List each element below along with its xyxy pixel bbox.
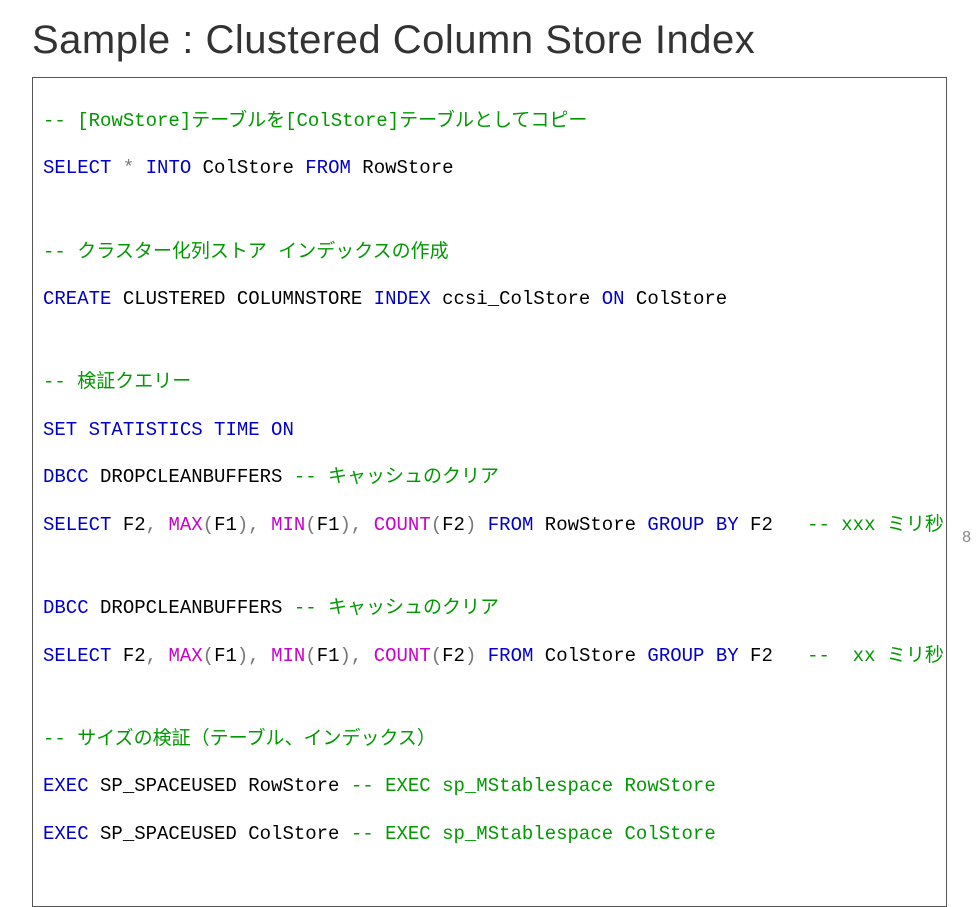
code-comment: -- [RowStore]テーブルを[ColStore]テーブルとしてコピー [43,110,587,132]
dbcc-cmd: DROPCLEANBUFFERS [89,597,294,619]
kw-by: BY [704,645,738,667]
col-f2: F2 [442,645,465,667]
kw-from: FROM [476,645,533,667]
fn-max: MAX [157,514,203,536]
code-comment: -- xx ミリ秒 [807,645,944,667]
code-comment: -- キャッシュのクリア [294,597,499,619]
idx-name: ccsi_ColStore [431,288,602,310]
kw-index: INDEX [374,288,431,310]
col-f1: F1 [214,514,237,536]
comma: , [248,645,259,667]
paren: ( [305,645,316,667]
col-f2: F2 [111,514,145,536]
code-comment: -- キャッシュのクリア [294,466,499,488]
kw-select: SELECT [43,645,111,667]
fn-max: MAX [157,645,203,667]
kw-select: SELECT [43,157,111,179]
col-f2: F2 [739,514,807,536]
kw-statistics: STATISTICS [77,419,202,441]
col-f1: F1 [214,645,237,667]
tbl-rowstore: RowStore [351,157,454,179]
code-comment: -- xxx ミリ秒 [807,514,944,536]
paren: ( [431,645,442,667]
kw-on: ON [260,419,294,441]
kw-create: CREATE [43,288,111,310]
code-comment: -- クラスター化列ストア インデックスの作成 [43,241,449,263]
fn-min: MIN [260,514,306,536]
comma: , [351,645,362,667]
kw-into: INTO [146,157,192,179]
paren: ) [237,645,248,667]
kw-group: GROUP [647,514,704,536]
paren: ) [340,645,351,667]
slide: Sample : Clustered Column Store Index --… [0,0,979,907]
page-number: 8 [962,529,971,547]
kw-set: SET [43,419,77,441]
kw-exec: EXEC [43,775,89,797]
code-comment: -- 検証クエリー [43,371,191,393]
col-f1: F1 [317,514,340,536]
fn-min: MIN [260,645,306,667]
kw-dbcc: DBCC [43,466,89,488]
txt-clustered: CLUSTERED COLUMNSTORE [111,288,373,310]
kw-on: ON [602,288,625,310]
kw-dbcc: DBCC [43,597,89,619]
paren: ) [465,645,476,667]
tbl-colstore: ColStore [191,157,305,179]
paren: ) [340,514,351,536]
fn-count: COUNT [362,645,430,667]
col-f1: F1 [317,645,340,667]
tbl-colstore: ColStore [533,645,647,667]
code-comment: -- サイズの検証（テーブル、インデックス） [43,728,436,750]
col-f2: F2 [111,645,145,667]
sp-spaceused: SP_SPACEUSED [89,775,237,797]
paren: ( [203,514,214,536]
kw-from: FROM [476,514,533,536]
sp-spaceused: SP_SPACEUSED [89,823,237,845]
code-comment: -- EXEC sp_MStablespace RowStore [351,775,716,797]
kw-select: SELECT [43,514,111,536]
dbcc-cmd: DROPCLEANBUFFERS [89,466,294,488]
op-star: * [111,157,145,179]
col-f2: F2 [442,514,465,536]
paren: ) [237,514,248,536]
paren: ( [305,514,316,536]
tbl-rowstore: RowStore [533,514,647,536]
paren: ) [465,514,476,536]
paren: ( [431,514,442,536]
col-f2: F2 [739,645,807,667]
tbl-colstore: ColStore [237,823,351,845]
code-block: -- [RowStore]テーブルを[ColStore]テーブルとしてコピー S… [32,77,947,907]
paren: ( [203,645,214,667]
tbl-rowstore: RowStore [237,775,351,797]
kw-from: FROM [305,157,351,179]
slide-title: Sample : Clustered Column Store Index [32,18,947,63]
comma: , [146,645,157,667]
kw-by: BY [704,514,738,536]
comma: , [248,514,259,536]
comma: , [146,514,157,536]
code-comment: -- EXEC sp_MStablespace ColStore [351,823,716,845]
kw-group: GROUP [647,645,704,667]
kw-time: TIME [203,419,260,441]
comma: , [351,514,362,536]
tbl-colstore: ColStore [625,288,728,310]
fn-count: COUNT [362,514,430,536]
kw-exec: EXEC [43,823,89,845]
